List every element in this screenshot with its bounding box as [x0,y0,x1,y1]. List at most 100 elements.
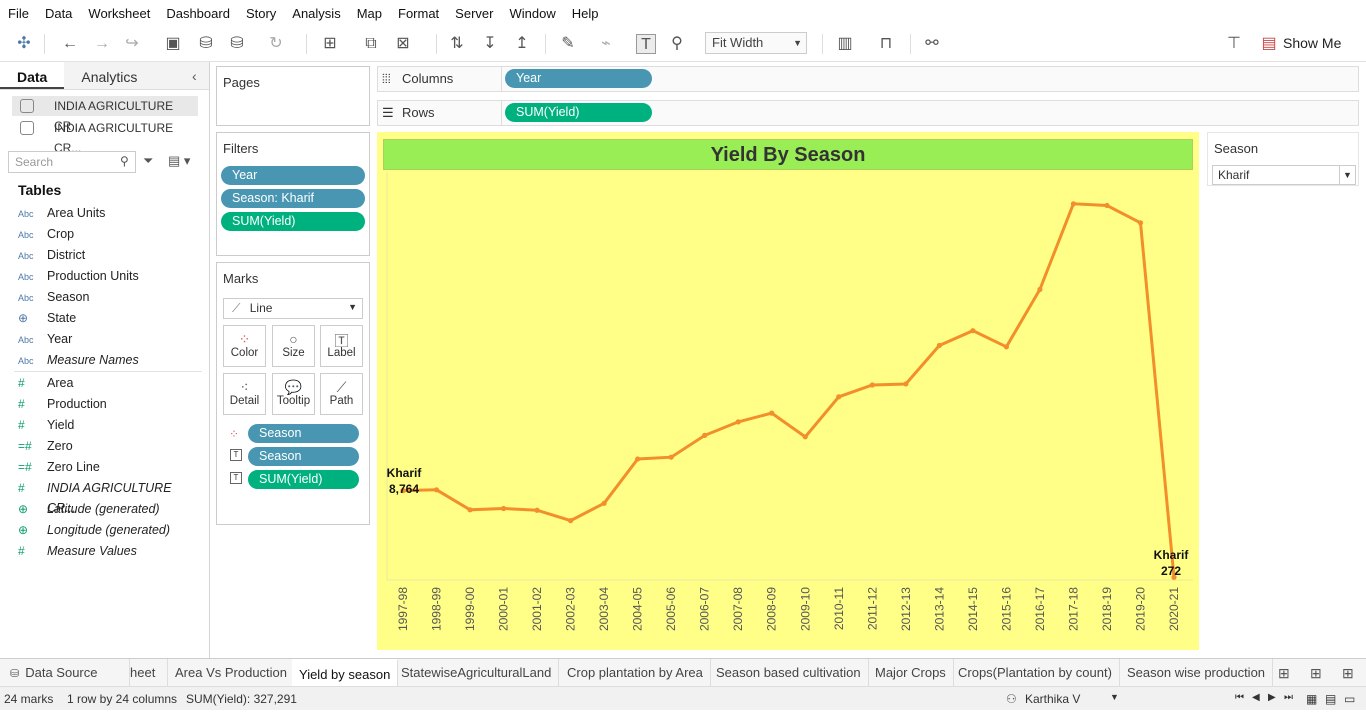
tab-data[interactable]: Data [0,62,65,89]
clear-sheet-icon[interactable]: ⊠ [393,34,413,54]
field-area[interactable]: # Area [18,373,203,393]
rows-shelf[interactable]: ☰ Rows SUM(Yield) [377,100,1359,126]
field-year[interactable]: Abc Year [18,329,203,349]
redo-icon[interactable]: → [92,34,112,54]
tab-data-source[interactable]: ⛁ Data Source [0,659,130,687]
menu-help[interactable]: Help [572,6,599,21]
menu-worksheet[interactable]: Worksheet [88,6,150,21]
field-measure-names[interactable]: Abc Measure Names [18,350,203,370]
filter-icon[interactable]: ⏷ [143,153,153,169]
field-yield[interactable]: # Yield [18,415,203,435]
tab-season-wise-production[interactable]: Season wise production [1120,659,1274,687]
field-latitude[interactable]: ⊕ Latitude (generated) [18,499,203,519]
tab-statewise-agricultural-land[interactable]: StatewiseAgriculturalLand [394,659,560,687]
save-icon[interactable]: ▣ [163,34,183,54]
menu-dashboard[interactable]: Dashboard [166,6,230,21]
rows-pill-sum-yield[interactable]: SUM(Yield) [505,103,652,122]
duplicate-sheet-icon[interactable]: ⧉ [361,34,381,54]
datasource-item[interactable]: INDIA AGRICULTURE CR... [12,118,198,155]
show-me-icon[interactable]: ▤ [1259,34,1279,54]
tooltip-button[interactable]: 💬 Tooltip [272,373,315,415]
field-season[interactable]: Abc Season [18,287,203,307]
field-zero[interactable]: =# Zero [18,436,203,456]
tab-area-vs-production[interactable]: Area Vs Production [168,659,296,687]
user-name[interactable]: Karthika V [1025,692,1080,706]
detail-button[interactable]: ⁖ Detail [223,373,266,415]
filter-pill-sum-yield[interactable]: SUM(Yield) [221,212,365,231]
previous-sheet-icon[interactable]: ◀ [1252,692,1260,703]
undo-icon[interactable]: ← [60,34,80,54]
format-painter-icon[interactable]: ⊤ [1224,34,1244,54]
menu-window[interactable]: Window [509,6,555,21]
season-dropdown[interactable]: Kharif ▼ [1212,165,1356,185]
last-sheet-icon[interactable]: ⏭ [1284,692,1293,703]
tab-sheet-1[interactable]: heet 1 [130,659,168,708]
field-production[interactable]: # Production [18,394,203,414]
pages-card[interactable]: Pages [216,66,370,126]
tabs-icon[interactable]: ▭ [1344,692,1355,706]
filter-pill-season[interactable]: Season: Kharif [221,189,365,208]
path-button[interactable]: ⟋ Path [320,373,363,415]
size-button[interactable]: ○ Size [272,325,315,367]
menu-server[interactable]: Server [455,6,493,21]
replay-icon[interactable]: ↪ [122,34,142,54]
filter-pill-year[interactable]: Year [221,166,365,185]
fit-width-select[interactable]: Fit Width ▼ [705,32,807,54]
menu-analysis[interactable]: Analysis [292,6,340,21]
marks-label-pill-sum-yield[interactable]: SUM(Yield) [248,470,359,489]
next-sheet-icon[interactable]: ▶ [1268,692,1276,703]
swap-rows-columns-icon[interactable]: ⇅ [447,34,467,54]
pause-updates-icon[interactable]: ⛁ [227,34,247,54]
filmstrip-icon[interactable]: ▤ [1325,692,1336,706]
tab-analytics[interactable]: Analytics [64,62,209,89]
show-sheets-grid-icon[interactable]: ▦ [1306,692,1317,706]
mark-type-select[interactable]: ⟋ Line ▼ [223,298,363,319]
field-longitude[interactable]: ⊕ Longitude (generated) [18,520,203,540]
tab-yield-by-season[interactable]: Yield by season [292,659,399,687]
tab-crops-plantation-by-count[interactable]: Crops(Plantation by count) [951,659,1120,687]
sort-descending-icon[interactable]: ↥ [512,34,532,54]
new-worksheet-icon[interactable]: ⊞ [1278,665,1290,682]
first-sheet-icon[interactable]: ⏮ [1235,692,1244,703]
group-members-icon[interactable]: ⌁ [596,34,616,54]
menu-map[interactable]: Map [357,6,382,21]
menu-data[interactable]: Data [45,6,72,21]
show-mark-labels-icon[interactable]: T [636,34,656,54]
refresh-icon[interactable]: ↻ [266,34,286,54]
tab-major-crops[interactable]: Major Crops [868,659,954,687]
sort-ascending-icon[interactable]: ↧ [480,34,500,54]
field-crop[interactable]: Abc Crop [18,224,203,244]
viz-canvas[interactable]: Yield By Season 1997-98 1998-99 1999-00 200… [377,132,1199,650]
label-button[interactable]: 🅃 Label [320,325,363,367]
field-production-units[interactable]: Abc Production Units [18,266,203,286]
field-state[interactable]: ⊕ State [18,308,203,328]
datasource-item[interactable]: INDIA AGRICULTURE CR... [12,96,198,133]
field-zero-line[interactable]: =# Zero Line [18,457,203,477]
menu-file[interactable]: File [8,6,29,21]
columns-shelf[interactable]: ⦙⦙⦙ Columns Year [377,66,1359,92]
menu-story[interactable]: Story [246,6,276,21]
show-me-button[interactable]: Show Me [1283,35,1341,51]
new-worksheet-icon[interactable]: ⊞ [320,34,340,54]
tableau-logo-icon[interactable]: ✣ [14,34,34,54]
tab-season-based-cultivation[interactable]: Season based cultivation [709,659,869,687]
show-cards-icon[interactable]: ▥ [835,34,855,54]
new-story-icon[interactable]: ⊞ [1342,665,1354,682]
collapse-pane-icon[interactable]: ‹ [192,68,197,84]
marks-label-pill-season[interactable]: Season [248,447,359,466]
field-record-count[interactable]: # INDIA AGRICULTURE CR... [18,478,203,515]
field-area-units[interactable]: Abc Area Units [18,203,203,223]
new-dashboard-icon[interactable]: ⊞ [1310,665,1322,682]
color-button[interactable]: ⁘ Color [223,325,266,367]
presentation-mode-icon[interactable]: ⊓ [876,34,896,54]
share-icon[interactable]: ⚯ [922,34,942,54]
search-input[interactable]: Search [8,151,136,173]
menu-format[interactable]: Format [398,6,439,21]
columns-pill-year[interactable]: Year [505,69,652,88]
fix-axes-icon[interactable]: ⚲ [667,34,687,54]
highlight-icon[interactable]: ✎ [558,34,578,54]
marks-color-pill-season[interactable]: Season [248,424,359,443]
new-datasource-icon[interactable]: ⛁ [196,34,216,54]
field-district[interactable]: Abc District [18,245,203,265]
tab-crop-plantation-by-area[interactable]: Crop plantation by Area [560,659,711,687]
